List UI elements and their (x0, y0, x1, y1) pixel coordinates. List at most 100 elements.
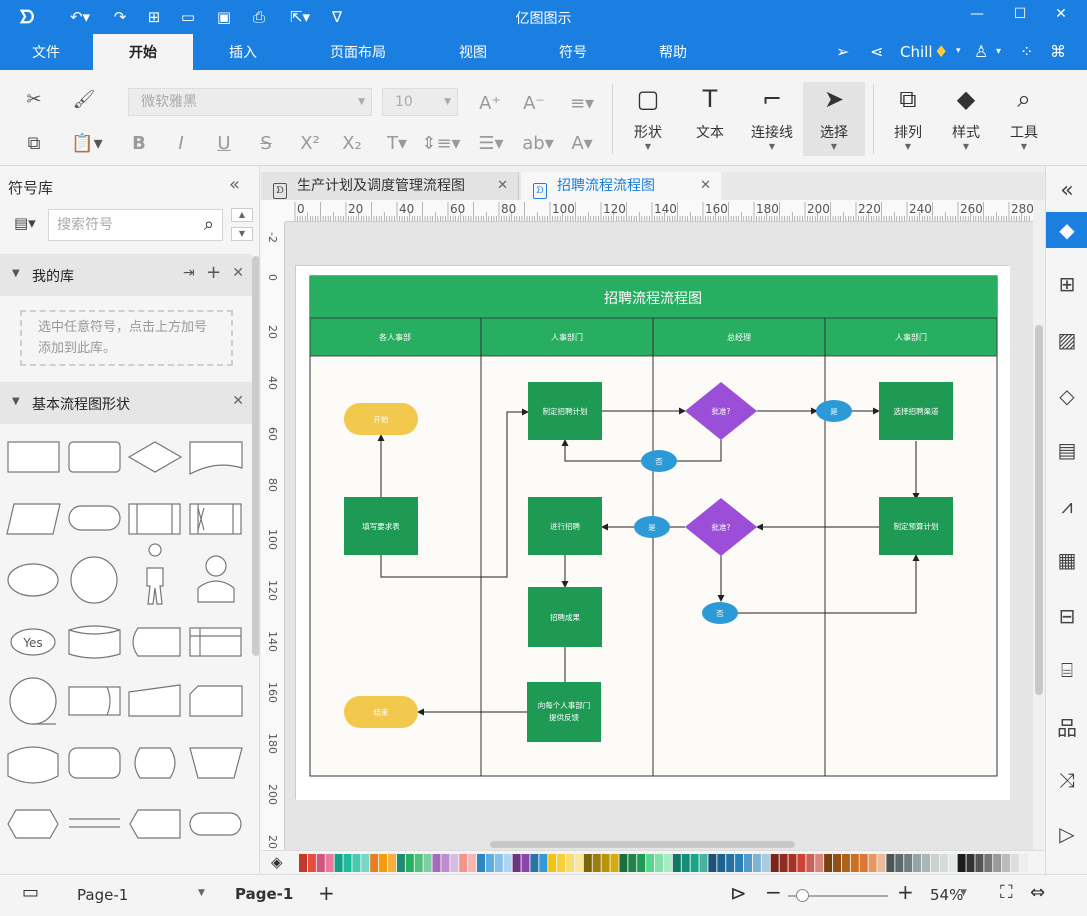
menu-symbol[interactable]: 符号 (528, 34, 618, 70)
color-swatch[interactable] (574, 854, 583, 872)
color-swatch[interactable] (1002, 854, 1011, 872)
add-page-icon[interactable]: + (318, 881, 335, 905)
color-swatch[interactable] (984, 854, 993, 872)
color-swatch[interactable] (352, 854, 361, 872)
panel-scrollbar[interactable] (252, 256, 259, 656)
manual-operation-2-shape[interactable] (189, 747, 243, 779)
preparation-shape[interactable] (7, 809, 59, 839)
select-tool-button[interactable]: ➤ 选择 ▼ (803, 82, 865, 156)
text-tool-button[interactable]: T 文本 (679, 82, 741, 156)
color-swatch[interactable] (512, 854, 521, 872)
color-swatch[interactable] (850, 854, 859, 872)
color-swatch[interactable] (343, 854, 352, 872)
color-swatch[interactable] (939, 854, 948, 872)
maximize-button[interactable]: ☐ (1005, 6, 1035, 28)
person-shape[interactable] (197, 555, 235, 603)
color-swatch[interactable] (655, 854, 663, 872)
card-shape[interactable] (189, 685, 243, 717)
color-swatch[interactable] (975, 854, 984, 872)
color-swatch[interactable] (548, 854, 557, 872)
table-icon[interactable]: ▦ (1046, 542, 1087, 578)
color-swatch[interactable] (690, 854, 699, 872)
sequential-access-shape[interactable] (9, 677, 57, 725)
format-painter-icon[interactable]: 🖌 (71, 86, 97, 112)
close-tab-icon[interactable]: ✕ (700, 172, 711, 200)
color-swatch[interactable] (699, 854, 708, 872)
color-swatch[interactable] (717, 854, 726, 872)
color-swatch[interactable] (601, 854, 610, 872)
add-icon[interactable]: + (206, 262, 221, 283)
line-spacing-icon[interactable]: ⇕≡▾ (421, 130, 461, 156)
presentation-icon[interactable]: ▷ (1046, 816, 1087, 852)
color-swatch[interactable] (877, 854, 886, 872)
color-swatch[interactable] (806, 854, 815, 872)
italic-icon[interactable]: I (168, 130, 194, 156)
color-swatch[interactable] (619, 854, 628, 872)
data-shape[interactable] (6, 503, 61, 535)
style-button[interactable]: ◆ 样式 ▼ (935, 82, 997, 156)
color-swatch[interactable] (922, 854, 930, 872)
drawing-canvas[interactable]: 招聘流程流程图 各人事部 人事部门 总经理 人事部门 开始 填写要求表 结束 制… (285, 222, 1033, 850)
color-swatch[interactable] (432, 854, 441, 872)
doc-tab-recruitment[interactable]: ᗤ 招聘流程流程图 ✕ (521, 172, 721, 200)
color-swatch[interactable] (868, 854, 877, 872)
scroll-up-icon[interactable]: ▲ (231, 208, 253, 222)
color-swatch[interactable] (628, 854, 637, 872)
scroll-down-icon[interactable]: ▼ (231, 227, 253, 241)
rounded-process-shape[interactable] (68, 441, 121, 473)
color-swatch[interactable] (316, 854, 325, 872)
library-menu-icon[interactable]: ▤▾ (14, 214, 36, 232)
strikethrough-icon[interactable]: S (253, 130, 279, 156)
bold-icon[interactable]: B (126, 130, 152, 156)
color-swatch[interactable] (957, 854, 966, 872)
ellipse-shape[interactable] (7, 563, 59, 597)
user-name[interactable]: Chill (900, 43, 932, 61)
terminator-shape[interactable] (68, 505, 121, 531)
color-swatch[interactable] (797, 854, 806, 872)
color-swatch[interactable] (761, 854, 770, 872)
underline-icon[interactable]: U (211, 130, 237, 156)
collapse-panel-icon[interactable]: « (229, 174, 240, 195)
menu-home[interactable]: 开始 (93, 34, 193, 70)
color-swatch[interactable] (566, 854, 574, 872)
color-swatch[interactable] (405, 854, 414, 872)
menu-help[interactable]: 帮助 (628, 34, 718, 70)
chevron-down-icon[interactable]: ▼ (198, 888, 205, 898)
doc-tab-production[interactable]: ᗤ 生产计划及调度管理流程图 ✕ (261, 172, 519, 200)
color-swatch[interactable] (450, 854, 459, 872)
color-swatch[interactable] (637, 854, 646, 872)
component-icon[interactable]: ⊟ (1046, 598, 1087, 634)
rounded-box-shape[interactable] (189, 812, 242, 836)
color-swatch[interactable] (494, 854, 503, 872)
feedback-process[interactable] (527, 682, 601, 742)
menu-insert[interactable]: 插入 (196, 34, 290, 70)
zoom-out-icon[interactable]: − (765, 880, 782, 904)
document-shape[interactable] (189, 441, 243, 476)
off-page-shape[interactable] (129, 809, 181, 839)
connector-tool-button[interactable]: ⌐ 连接线 ▼ (741, 82, 803, 156)
color-swatch[interactable] (1019, 854, 1028, 872)
arrange-button[interactable]: ⧉ 排列 ▼ (877, 82, 939, 156)
color-swatch[interactable] (379, 854, 388, 872)
copy-icon[interactable]: ⧉ (21, 130, 47, 156)
color-swatch[interactable] (1011, 854, 1019, 872)
align-icon[interactable]: ≡▾ (563, 90, 601, 116)
color-swatch[interactable] (788, 854, 797, 872)
close-button[interactable]: ✕ (1046, 6, 1076, 28)
color-swatch[interactable] (681, 854, 690, 872)
page-selector[interactable]: Page-1 (77, 886, 128, 904)
fit-page-icon[interactable]: ⛶ (1000, 882, 1013, 903)
theme-dropdown-icon[interactable]: ▾ (996, 46, 1001, 57)
color-swatch[interactable] (672, 854, 681, 872)
color-swatch[interactable] (824, 854, 833, 872)
apps-icon[interactable]: ⁘ (1020, 42, 1033, 61)
scroll-thumb[interactable] (1035, 325, 1043, 695)
color-swatches[interactable] (299, 854, 1039, 872)
manual-input-shape[interactable] (128, 684, 181, 717)
color-swatch[interactable] (930, 854, 939, 872)
punched-tape-shape[interactable] (7, 746, 59, 784)
color-swatch[interactable] (708, 854, 717, 872)
basic-shapes-header[interactable]: ▼ 基本流程图形状 ✕ (0, 382, 252, 424)
color-swatch[interactable] (299, 854, 307, 872)
alternate-process-shape[interactable] (68, 747, 121, 779)
